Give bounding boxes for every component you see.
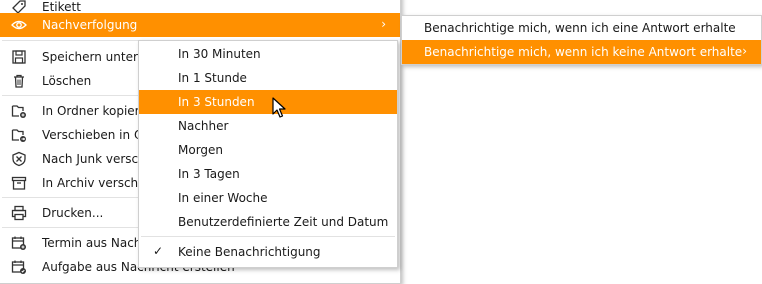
followup-submenu: In 30 Minuten In 1 Stunde In 3 Stunden N… [138, 40, 398, 268]
submenu-item-1-stunde[interactable]: In 1 Stunde [139, 66, 397, 90]
menu-item-label: Löschen [42, 74, 92, 88]
folder-move-icon [10, 126, 28, 144]
submenu-item-label: In einer Woche [178, 191, 268, 205]
checkmark-icon: ✓ [153, 244, 164, 258]
submenu-item-label: Keine Benachrichtigung [178, 245, 321, 259]
submenu-item-benutzerdefiniert[interactable]: Benutzerdefinierte Zeit und Datum [139, 210, 397, 234]
menu-separator [141, 236, 395, 237]
submenu-item-label: Benutzerdefinierte Zeit und Datum [178, 215, 389, 229]
submenu-item-keine-benachrichtigung[interactable]: ✓ Keine Benachrichtigung [139, 240, 397, 264]
menu-item-label: Speichern unter... [42, 50, 149, 64]
notify-item-keine-antwort[interactable]: Benachrichtige mich, wenn ich keine Antw… [402, 40, 761, 64]
menu-item-label: Etikett [42, 0, 81, 14]
submenu-item-30-minuten[interactable]: In 30 Minuten [139, 42, 397, 66]
submenu-item-label: In 3 Tagen [178, 167, 240, 181]
menu-item-nachverfolgung[interactable]: Nachverfolgung › [0, 13, 400, 37]
submenu-item-label: Nachher [178, 119, 229, 133]
notify-item-label: Benachrichtige mich, wenn ich keine Antw… [424, 45, 743, 59]
folder-copy-icon [10, 102, 28, 120]
submenu-item-label: In 30 Minuten [178, 47, 261, 61]
archive-icon [10, 174, 28, 192]
submenu-item-3-stunden[interactable]: In 3 Stunden [139, 90, 397, 114]
chevron-right-icon: › [742, 44, 747, 58]
eye-icon [10, 16, 28, 34]
menu-item-label: Drucken... [42, 206, 104, 220]
notify-item-label: Benachrichtige mich, wenn ich eine Antwo… [424, 21, 736, 35]
chevron-right-icon: › [381, 17, 386, 31]
submenu-item-label: In 3 Stunden [178, 95, 255, 109]
submenu-item-einer-woche[interactable]: In einer Woche [139, 186, 397, 210]
trash-icon [10, 72, 28, 90]
submenu-item-label: In 1 Stunde [178, 71, 247, 85]
printer-icon [10, 204, 28, 222]
junk-icon [10, 150, 28, 168]
save-icon [10, 48, 28, 66]
task-icon [10, 258, 28, 276]
menu-item-label: Nachverfolgung [42, 18, 138, 32]
notify-submenu: Benachrichtige mich, wenn ich eine Antwo… [401, 15, 762, 65]
calendar-icon [10, 234, 28, 252]
submenu-item-label: Morgen [178, 143, 224, 157]
mouse-cursor-icon [272, 97, 288, 122]
notify-item-antwort[interactable]: Benachrichtige mich, wenn ich eine Antwo… [402, 16, 761, 40]
submenu-item-morgen[interactable]: Morgen [139, 138, 397, 162]
submenu-item-3-tagen[interactable]: In 3 Tagen [139, 162, 397, 186]
submenu-item-nachher[interactable]: Nachher [139, 114, 397, 138]
